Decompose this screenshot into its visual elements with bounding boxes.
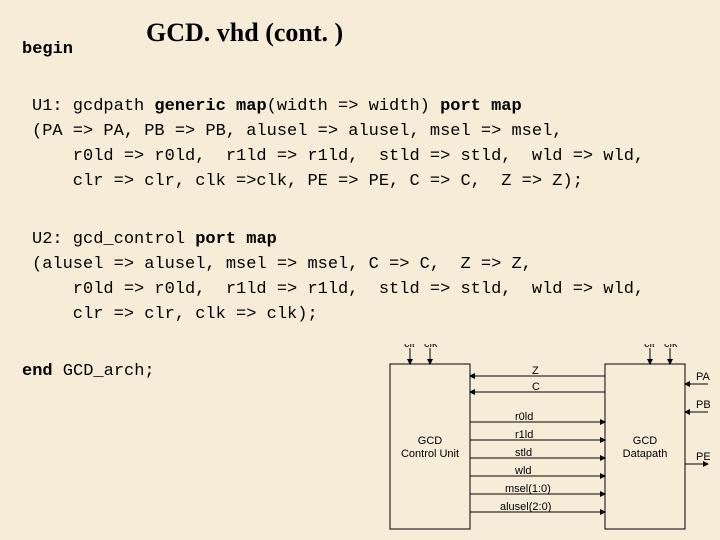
- sig-stld: stld: [515, 447, 532, 459]
- sig-alusel: alusel(2:0): [500, 501, 551, 513]
- sig-pb: PB: [696, 399, 710, 411]
- left-clr: clr: [404, 344, 416, 350]
- right-clr: clr: [644, 344, 656, 350]
- u2-line2: (alusel => alusel, msel => msel, C => C,…: [32, 255, 532, 274]
- keyword-begin: begin: [22, 40, 73, 59]
- control-box-line2: Control Unit: [401, 448, 459, 460]
- u2-line4: clr => clr, clk => clk);: [32, 305, 318, 324]
- u2-line3: r0ld => r0ld, r1ld => r1ld, stld => stld…: [32, 280, 644, 299]
- keyword-end: end GCD_arch;: [22, 362, 155, 381]
- sig-pe: PE: [696, 451, 710, 463]
- block-diagram: GCD Control Unit GCD Datapath clr clk cl…: [380, 344, 710, 534]
- left-clk: clk: [424, 344, 438, 350]
- u1-line3: r0ld => r0ld, r1ld => r1ld, stld => stld…: [32, 147, 644, 166]
- u1-line4: clr => clr, clk =>clk, PE => PE, C => C,…: [32, 172, 583, 191]
- sig-r1ld: r1ld: [515, 429, 533, 441]
- sig-msel: msel(1:0): [505, 483, 551, 495]
- sig-c: C: [532, 381, 540, 393]
- sig-z: Z: [532, 365, 539, 377]
- datapath-box-line1: GCD: [633, 435, 658, 447]
- code-u1: U1: gcdpath generic map(width => width) …: [32, 94, 644, 194]
- u2-line1: U2: gcd_control port map: [32, 230, 277, 249]
- u1-line2: (PA => PA, PB => PB, alusel => alusel, m…: [32, 122, 563, 141]
- slide-title: GCD. vhd (cont. ): [146, 18, 343, 48]
- sig-pa: PA: [696, 371, 710, 383]
- sig-r0ld: r0ld: [515, 411, 533, 423]
- datapath-box-line2: Datapath: [623, 448, 668, 460]
- u1-line1: U1: gcdpath generic map(width => width) …: [32, 97, 522, 116]
- code-u2: U2: gcd_control port map (alusel => alus…: [32, 227, 644, 327]
- sig-wld: wld: [514, 465, 532, 477]
- control-box-line1: GCD: [418, 435, 443, 447]
- right-clk: clk: [664, 344, 678, 350]
